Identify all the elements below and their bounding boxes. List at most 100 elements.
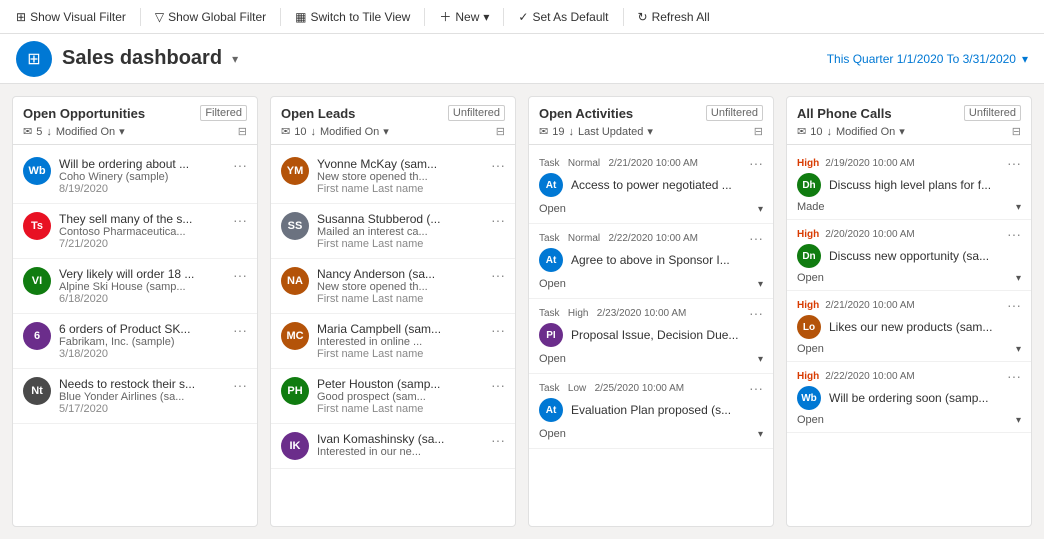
phone-chevron-icon-2[interactable]: ▾ — [1016, 344, 1021, 355]
refresh-all-button[interactable]: ↻ Refresh All — [630, 6, 718, 28]
card-more-open-opportunities-0[interactable]: ··· — [233, 157, 247, 173]
activity-tag-2: Task High 2/23/2020 10:00 AM — [539, 308, 686, 319]
phone-card-2[interactable]: High 2/21/2020 10:00 AM ··· Lo Likes our… — [787, 291, 1031, 362]
show-visual-filter-button[interactable]: ⊞ Show Visual Filter — [8, 6, 134, 28]
col-filter-icon-all-phone-calls[interactable]: ⊟ — [1012, 125, 1021, 138]
card-sub-open-leads-1: Mailed an interest ca... — [317, 226, 483, 238]
avatar-open-opportunities-4: Nt — [23, 377, 51, 405]
card-more-open-leads-2[interactable]: ··· — [491, 267, 505, 283]
activity-more-1[interactable]: ··· — [749, 230, 763, 246]
phone-more-2[interactable]: ··· — [1007, 297, 1021, 313]
phone-more-1[interactable]: ··· — [1007, 226, 1021, 242]
activity-desc-3: Evaluation Plan proposed (s... — [571, 403, 763, 417]
card-more-open-opportunities-3[interactable]: ··· — [233, 322, 247, 338]
activity-status-3: Open — [539, 428, 566, 440]
activity-card-3[interactable]: Task Low 2/25/2020 10:00 AM ··· At Evalu… — [529, 374, 773, 449]
card-open-leads-5[interactable]: IKIvan Komashinsky (sa...Interested in o… — [271, 424, 515, 469]
card-sub-open-leads-2: New store opened th... — [317, 281, 483, 293]
col-filter-icon-open-opportunities[interactable]: ⊟ — [238, 125, 247, 138]
col-sort-all-phone-calls[interactable]: ✉ 10 ↓ Modified On ▾ — [797, 125, 905, 138]
col-sort-chevron-icon[interactable]: ▾ — [899, 125, 905, 138]
phone-card-1[interactable]: High 2/20/2020 10:00 AM ··· Dn Discuss n… — [787, 220, 1031, 291]
col-body-open-opportunities: WbWill be ordering about ...Coho Winery … — [13, 145, 257, 526]
activity-chevron-icon-0[interactable]: ▾ — [758, 204, 763, 215]
phone-status-0: Made — [797, 201, 825, 213]
activity-card-1[interactable]: Task Normal 2/22/2020 10:00 AM ··· At Ag… — [529, 224, 773, 299]
card-open-opportunities-1[interactable]: TsThey sell many of the s...Contoso Phar… — [13, 204, 257, 259]
activity-chevron-icon-1[interactable]: ▾ — [758, 279, 763, 290]
phone-avatar-3: Wb — [797, 386, 821, 410]
activity-chevron-icon-3[interactable]: ▾ — [758, 429, 763, 440]
col-sort-chevron-icon[interactable]: ▾ — [383, 125, 389, 138]
card-more-open-leads-4[interactable]: ··· — [491, 377, 505, 393]
card-open-leads-0[interactable]: YMYvonne McKay (sam...New store opened t… — [271, 149, 515, 204]
card-meta-open-leads-0: First name Last name — [317, 183, 483, 195]
new-button[interactable]: ＋ New ▾ — [431, 4, 497, 29]
card-more-open-leads-0[interactable]: ··· — [491, 157, 505, 173]
card-sub-open-opportunities-1: Contoso Pharmaceutica... — [59, 226, 225, 238]
activity-status-0: Open — [539, 203, 566, 215]
main-content: Open OpportunitiesFiltered✉ 5 ↓ Modified… — [0, 84, 1044, 539]
activity-more-2[interactable]: ··· — [749, 305, 763, 321]
card-sub-open-opportunities-2: Alpine Ski House (samp... — [59, 281, 225, 293]
card-date-open-opportunities-1: 7/21/2020 — [59, 238, 225, 250]
card-more-open-opportunities-2[interactable]: ··· — [233, 267, 247, 283]
date-range-chevron-icon[interactable]: ▾ — [1022, 52, 1028, 66]
phone-card-0[interactable]: High 2/19/2020 10:00 AM ··· Dh Discuss h… — [787, 149, 1031, 220]
card-content-open-leads-0: Yvonne McKay (sam...New store opened th.… — [317, 157, 483, 195]
col-filter-row-all-phone-calls: ✉ 10 ↓ Modified On ▾ ⊟ — [797, 125, 1021, 138]
card-more-open-opportunities-1[interactable]: ··· — [233, 212, 247, 228]
activity-status-1: Open — [539, 278, 566, 290]
col-filter-icon-open-leads[interactable]: ⊟ — [496, 125, 505, 138]
col-sort-chevron-icon[interactable]: ▾ — [119, 125, 125, 138]
set-default-button[interactable]: ✓ Set As Default — [510, 6, 616, 28]
phone-card-3[interactable]: High 2/22/2020 10:00 AM ··· Wb Will be o… — [787, 362, 1031, 433]
card-open-leads-4[interactable]: PH Peter Houston (samp...Good prospect (s… — [271, 369, 515, 424]
card-more-open-opportunities-4[interactable]: ··· — [233, 377, 247, 393]
activity-avatar-0: At — [539, 173, 563, 197]
phone-priority-2: High — [797, 300, 819, 311]
col-sort-open-opportunities[interactable]: ✉ 5 ↓ Modified On ▾ — [23, 125, 125, 138]
card-open-leads-1[interactable]: SSSusanna Stubberod (...Mailed an intere… — [271, 204, 515, 259]
activity-more-3[interactable]: ··· — [749, 380, 763, 396]
activity-card-0[interactable]: Task Normal 2/21/2020 10:00 AM ··· At Ac… — [529, 149, 773, 224]
col-filter-icon-open-activities[interactable]: ⊟ — [754, 125, 763, 138]
card-sub-open-leads-0: New store opened th... — [317, 171, 483, 183]
card-open-opportunities-3[interactable]: 66 orders of Product SK...Fabrikam, Inc.… — [13, 314, 257, 369]
activity-more-0[interactable]: ··· — [749, 155, 763, 171]
show-global-filter-button[interactable]: ▽ Show Global Filter — [147, 6, 274, 28]
col-sort-label-open-opportunities: Modified On — [56, 126, 115, 138]
phone-chevron-icon-3[interactable]: ▾ — [1016, 415, 1021, 426]
card-content-open-leads-4: Peter Houston (samp...Good prospect (sam… — [317, 377, 483, 415]
activity-chevron-icon-2[interactable]: ▾ — [758, 354, 763, 365]
card-more-open-leads-1[interactable]: ··· — [491, 212, 505, 228]
card-open-leads-3[interactable]: MCMaria Campbell (sam...Interested in on… — [271, 314, 515, 369]
col-sort-open-leads[interactable]: ✉ 10 ↓ Modified On ▾ — [281, 125, 389, 138]
card-title-open-opportunities-1: They sell many of the s... — [59, 212, 225, 226]
card-open-opportunities-4[interactable]: NtNeeds to restock their s...Blue Yonder… — [13, 369, 257, 424]
avatar-open-leads-4: PH — [281, 377, 309, 405]
card-more-open-leads-5[interactable]: ··· — [491, 432, 505, 448]
show-global-filter-label: Show Global Filter — [168, 10, 266, 24]
header-chevron-icon[interactable]: ▾ — [232, 52, 238, 66]
card-title-open-opportunities-3: 6 orders of Product SK... — [59, 322, 225, 336]
switch-tile-view-button[interactable]: ▦ Switch to Tile View — [287, 6, 418, 28]
card-open-opportunities-0[interactable]: WbWill be ordering about ...Coho Winery … — [13, 149, 257, 204]
phone-chevron-icon-0[interactable]: ▾ — [1016, 202, 1021, 213]
activity-card-2[interactable]: Task High 2/23/2020 10:00 AM ··· PI Prop… — [529, 299, 773, 374]
card-more-open-leads-3[interactable]: ··· — [491, 322, 505, 338]
col-sort-open-activities[interactable]: ✉ 19 ↓ Last Updated ▾ — [539, 125, 653, 138]
card-open-leads-2[interactable]: NANancy Anderson (sa...New store opened … — [271, 259, 515, 314]
date-range[interactable]: This Quarter 1/1/2020 To 3/31/2020 ▾ — [827, 52, 1028, 66]
phone-chevron-icon-1[interactable]: ▾ — [1016, 273, 1021, 284]
card-open-opportunities-2[interactable]: VIVery likely will order 18 ...Alpine Sk… — [13, 259, 257, 314]
col-icons-open-leads: ⊟ — [496, 125, 505, 138]
column-all-phone-calls: All Phone CallsUnfiltered✉ 10 ↓ Modified… — [786, 96, 1032, 527]
phone-more-3[interactable]: ··· — [1007, 368, 1021, 384]
card-title-open-opportunities-4: Needs to restock their s... — [59, 377, 225, 391]
card-content-open-opportunities-3: 6 orders of Product SK...Fabrikam, Inc. … — [59, 322, 225, 360]
phone-more-0[interactable]: ··· — [1007, 155, 1021, 171]
col-sort-chevron-icon[interactable]: ▾ — [647, 125, 653, 138]
show-visual-filter-label: Show Visual Filter — [30, 10, 126, 24]
card-meta-open-leads-3: First name Last name — [317, 348, 483, 360]
